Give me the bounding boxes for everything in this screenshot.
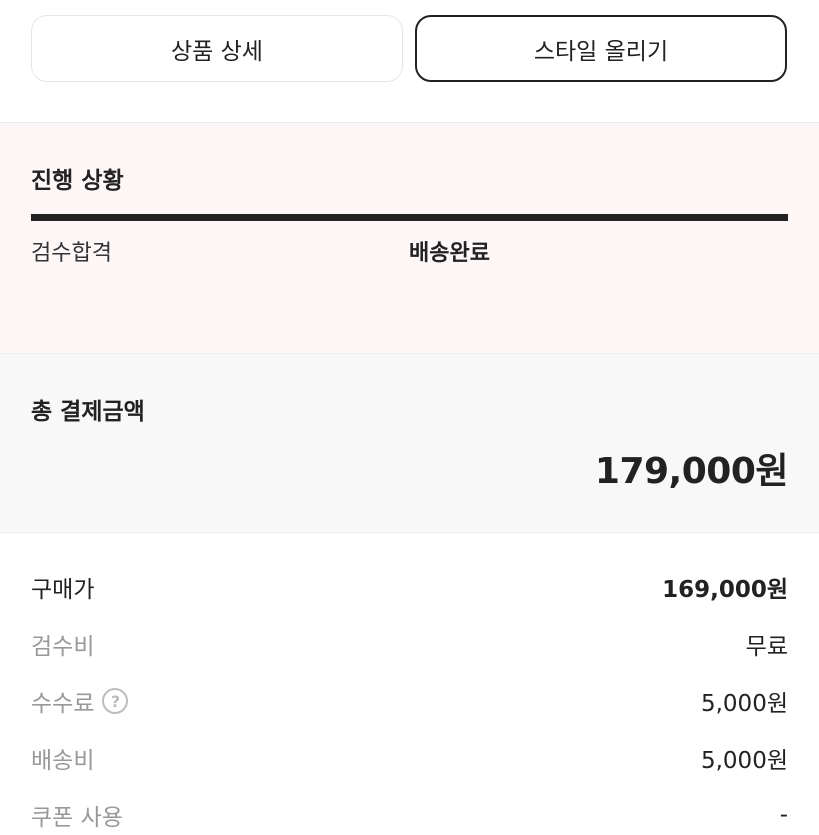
progress-title: 진행 상황 xyxy=(31,168,124,194)
shipping-fee-label: 배송비 xyxy=(31,748,95,774)
inspection-fee-row: 검수비 무료 xyxy=(31,624,788,664)
commission-row: 수수료 ? 5,000원 xyxy=(31,681,788,721)
total-payment-amount: 179,000원 xyxy=(594,451,789,492)
price-breakdown: 구매가 169,000원 검수비 무료 수수료 ? 5,000원 배송비 5,0… xyxy=(0,533,819,831)
total-payment-label: 총 결제금액 xyxy=(31,399,145,425)
step-inspection-passed: 검수합격 xyxy=(31,241,112,266)
coupon-value: - xyxy=(779,802,788,828)
purchase-price-value: 169,000원 xyxy=(662,577,788,603)
post-style-button[interactable]: 스타일 올리기 xyxy=(415,15,787,82)
coupon-label: 쿠폰 사용 xyxy=(31,805,123,831)
coupon-row: 쿠폰 사용 - xyxy=(31,795,788,835)
progress-section: 진행 상황 검수합격 배송완료 xyxy=(0,122,819,354)
commission-label: 수수료 xyxy=(31,691,95,717)
inspection-fee-value: 무료 xyxy=(745,634,788,660)
product-detail-button[interactable]: 상품 상세 xyxy=(31,15,403,82)
top-button-bar: 상품 상세 스타일 올리기 xyxy=(0,0,819,122)
purchase-price-row: 구매가 169,000원 xyxy=(31,567,788,607)
total-payment-section: 총 결제금액 179,000원 xyxy=(0,354,819,533)
help-icon[interactable]: ? xyxy=(102,688,129,714)
commission-label-wrap: 수수료 ? xyxy=(31,684,129,718)
commission-value: 5,000원 xyxy=(700,691,788,717)
purchase-price-label: 구매가 xyxy=(31,577,95,603)
inspection-fee-label: 검수비 xyxy=(31,634,95,660)
progress-bar xyxy=(31,214,788,221)
shipping-fee-row: 배송비 5,000원 xyxy=(31,738,788,778)
shipping-fee-value: 5,000원 xyxy=(700,748,788,774)
step-delivered: 배송완료 xyxy=(409,241,490,266)
